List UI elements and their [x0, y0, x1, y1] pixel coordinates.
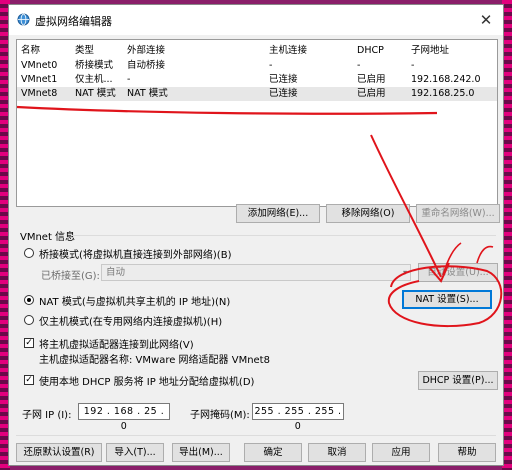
dhcp-settings-button[interactable]: DHCP 设置(P)...: [418, 371, 498, 390]
cell-name: VMnet1: [21, 74, 58, 85]
host-only-label[interactable]: 仅主机模式(在专用网络内连接虚拟机)(H): [39, 313, 222, 328]
host-only-radio[interactable]: [24, 315, 34, 325]
cell-type: 仅主机...: [75, 74, 113, 85]
bridged-to-label: 已桥接至(G):: [41, 271, 100, 282]
cell-subnet: 192.168.242.0: [411, 74, 481, 85]
bridge-mode-radio[interactable]: [24, 248, 34, 258]
cell-name: VMnet0: [21, 60, 58, 71]
vmnet-info-heading: VMnet 信息: [20, 232, 76, 243]
bridge-mode-label[interactable]: 桥接模式(将虚拟机直接连接到外部网络)(B): [39, 246, 231, 261]
close-button[interactable]: ✕: [475, 9, 497, 31]
remove-network-button[interactable]: 移除网络(O): [326, 204, 410, 223]
group-divider: [71, 235, 496, 236]
column-header-name[interactable]: 名称: [21, 44, 40, 58]
virtual-network-editor-window: 虚拟网络编辑器 ✕ 名称 类型 外部连接 主机连接 DHCP 子网地址 VMne…: [8, 4, 504, 466]
cell-host: -: [269, 60, 273, 71]
nat-mode-label[interactable]: NAT 模式(与虚拟机共享主机的 IP 地址)(N): [39, 293, 230, 308]
help-button[interactable]: 帮助: [438, 443, 496, 462]
title-bar: 虚拟网络编辑器 ✕: [9, 5, 503, 35]
column-header-subnet[interactable]: 子网地址: [411, 44, 449, 58]
nat-settings-button[interactable]: NAT 设置(S)...: [402, 290, 492, 309]
export-button[interactable]: 导出(M)...: [172, 443, 230, 462]
adapter-name-text: 主机虚拟适配器名称: VMware 网络适配器 VMnet8: [39, 355, 270, 366]
cell-host: 已连接: [269, 88, 298, 99]
apply-button[interactable]: 应用: [372, 443, 430, 462]
connect-adapter-checkbox[interactable]: ✓: [24, 338, 34, 348]
table-row[interactable]: VMnet0 桥接模式 自动桥接 - - -: [17, 59, 497, 73]
column-header-type[interactable]: 类型: [75, 44, 94, 58]
cell-type: 桥接模式: [75, 60, 114, 71]
cell-external: -: [127, 74, 131, 85]
subnet-mask-label: 子网掩码(M):: [190, 410, 250, 421]
import-button[interactable]: 导入(T)...: [106, 443, 164, 462]
chevron-down-icon: ▾: [402, 268, 407, 277]
window-title: 虚拟网络编辑器: [35, 15, 112, 28]
subnet-ip-label: 子网 IP (I):: [22, 410, 72, 421]
cell-dhcp: 已启用: [357, 74, 386, 85]
cell-dhcp: -: [357, 60, 361, 71]
nat-mode-radio[interactable]: [24, 295, 34, 305]
connect-adapter-label[interactable]: 将主机虚拟适配器连接到此网络(V): [39, 336, 194, 351]
cell-subnet: 192.168.25.0: [411, 88, 475, 99]
bridged-to-select[interactable]: 自动 ▾: [101, 264, 411, 281]
add-network-button[interactable]: 添加网络(E)...: [236, 204, 320, 223]
cancel-button[interactable]: 取消: [308, 443, 366, 462]
restore-defaults-button[interactable]: 还原默认设置(R): [16, 443, 102, 462]
subnet-ip-input[interactable]: 192 . 168 . 25 . 0: [78, 403, 170, 432]
use-dhcp-checkbox[interactable]: ✓: [24, 375, 34, 385]
cell-host: 已连接: [269, 74, 298, 85]
subnet-mask-input[interactable]: 255 . 255 . 255 . 0: [252, 403, 344, 432]
table-header: 名称 类型 外部连接 主机连接 DHCP 子网地址: [17, 44, 497, 58]
rename-network-button[interactable]: 重命名网络(W)...: [416, 204, 500, 223]
column-header-dhcp[interactable]: DHCP: [357, 44, 384, 58]
table-row[interactable]: VMnet1 仅主机... - 已连接 已启用 192.168.242.0: [17, 73, 497, 87]
ok-button[interactable]: 确定: [244, 443, 302, 462]
cell-type: NAT 模式: [75, 88, 116, 99]
use-dhcp-label[interactable]: 使用本地 DHCP 服务将 IP 地址分配给虚拟机(D): [39, 373, 254, 388]
cell-name: VMnet8: [21, 88, 58, 99]
network-globe-icon: [17, 13, 30, 26]
bridged-to-value: 自动: [106, 267, 126, 278]
auto-settings-button[interactable]: 自动设置(U)...: [418, 263, 498, 282]
column-header-host[interactable]: 主机连接: [269, 44, 307, 58]
table-row-selected[interactable]: VMnet8 NAT 模式 NAT 模式 已连接 已启用 192.168.25.…: [17, 87, 497, 101]
cell-external: 自动桥接: [127, 60, 166, 71]
cell-dhcp: 已启用: [357, 88, 386, 99]
cell-external: NAT 模式: [127, 88, 168, 99]
footer-divider: [16, 435, 496, 436]
cell-subnet: -: [411, 60, 415, 71]
network-table: 名称 类型 外部连接 主机连接 DHCP 子网地址 VMnet0 桥接模式 自动…: [16, 39, 498, 207]
column-header-external[interactable]: 外部连接: [127, 44, 165, 58]
